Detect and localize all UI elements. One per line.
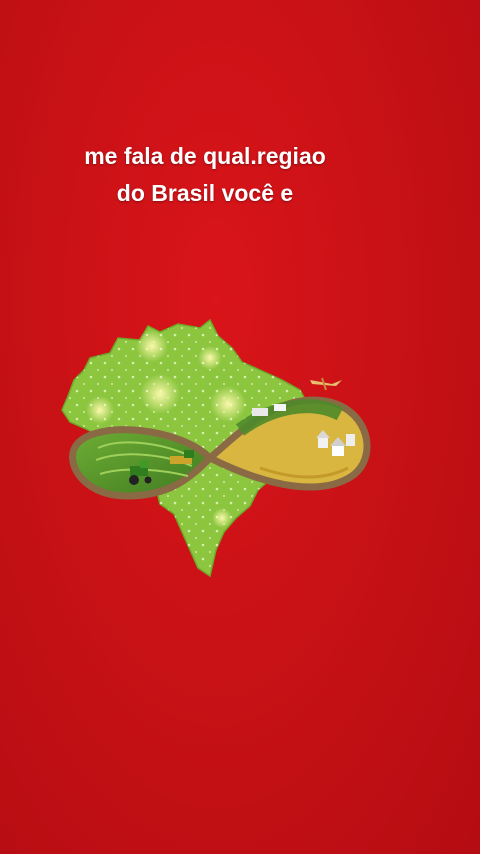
brazil-map-illustration <box>61 318 371 578</box>
caption-line-2: do Brasil você e <box>116 180 294 206</box>
caption-text: me fala de qual.regiao do Brasil você e <box>0 138 410 212</box>
airplane-icon <box>310 377 342 391</box>
caption-line-1: me fala de qual.regiao <box>84 143 326 169</box>
